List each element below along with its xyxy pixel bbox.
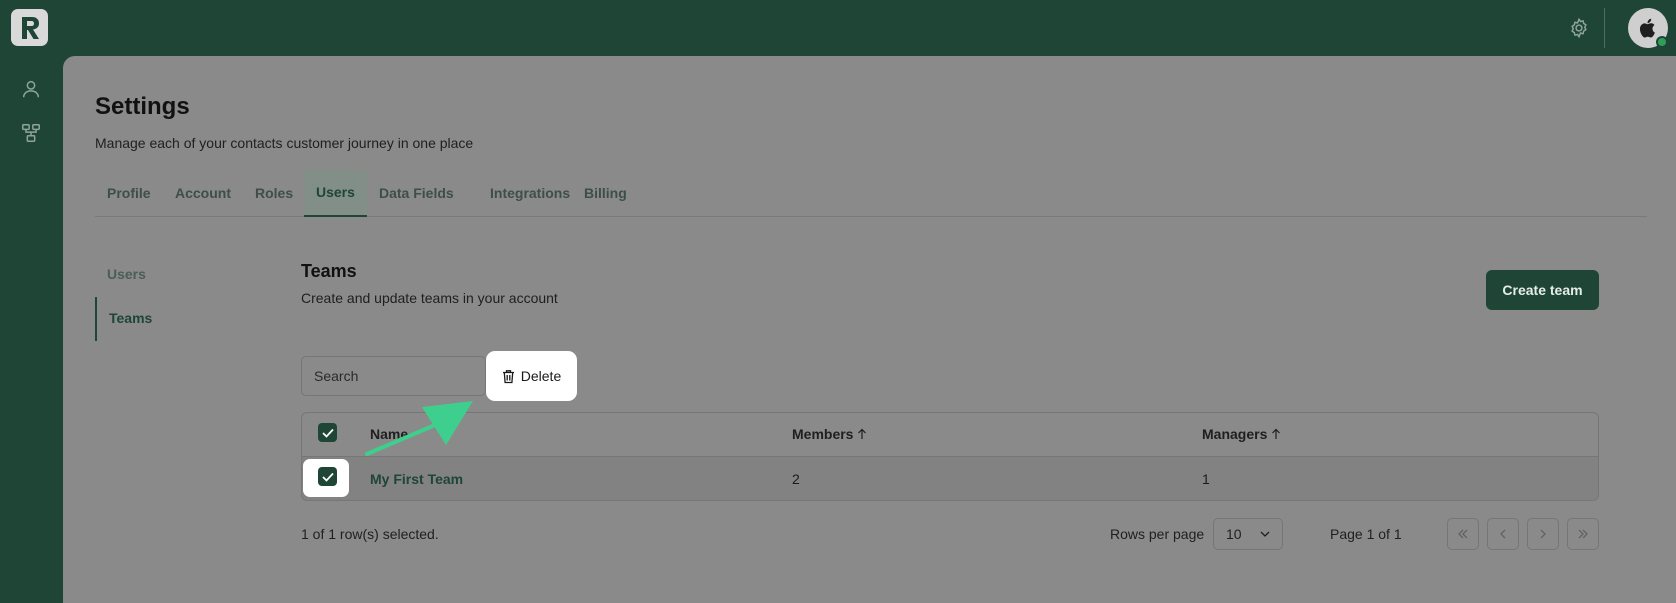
column-header-members-label: Members <box>792 426 854 442</box>
table-row[interactable]: My First Team 2 1 <box>302 457 1598 500</box>
app-logo[interactable] <box>11 9 48 46</box>
check-icon <box>321 428 334 438</box>
org-chart-icon[interactable] <box>18 120 44 146</box>
first-page-button[interactable] <box>1447 518 1479 550</box>
apple-icon <box>1639 18 1655 38</box>
rows-per-page-label: Rows per page <box>1110 526 1205 542</box>
chevron-right-icon <box>1540 529 1546 539</box>
last-page-button[interactable] <box>1567 518 1599 550</box>
create-team-button[interactable]: Create team <box>1486 270 1599 310</box>
sidenav-item-teams[interactable]: Teams <box>109 310 152 326</box>
previous-page-button[interactable] <box>1487 518 1519 550</box>
rows-per-page-select[interactable]: 10 <box>1213 518 1283 550</box>
chevrons-left-icon <box>1458 529 1468 539</box>
team-name-link[interactable]: My First Team <box>370 471 463 487</box>
chevron-down-icon <box>1260 531 1270 537</box>
next-page-button[interactable] <box>1527 518 1559 550</box>
tab-profile[interactable]: Profile <box>95 170 163 217</box>
teams-table: Name Members Managers My First Team 2 1 <box>301 412 1599 501</box>
header-divider <box>1604 8 1605 48</box>
top-bar <box>0 0 1676 56</box>
tab-account[interactable]: Account <box>163 170 243 217</box>
chevron-left-icon <box>1500 529 1506 539</box>
sidenav-item-users[interactable]: Users <box>107 266 146 282</box>
page-title: Settings <box>95 93 190 120</box>
row-checkbox[interactable] <box>318 467 337 486</box>
section-title: Teams <box>301 261 357 281</box>
tab-data-fields[interactable]: Data Fields <box>367 170 466 217</box>
tab-billing[interactable]: Billing <box>572 170 639 217</box>
tab-roles[interactable]: Roles <box>243 170 305 217</box>
column-header-managers-label: Managers <box>1202 426 1268 442</box>
settings-tabs: Profile Account Roles Users Data Fields … <box>95 170 1647 217</box>
page-info: Page 1 of 1 <box>1330 526 1402 542</box>
delete-button[interactable]: Delete <box>486 351 577 401</box>
page-description: Manage each of your contacts customer jo… <box>95 135 474 151</box>
sort-up-icon <box>858 428 867 439</box>
search-input[interactable] <box>301 356 486 396</box>
selection-status: 1 of 1 row(s) selected. <box>301 526 439 542</box>
gear-icon[interactable] <box>1566 15 1592 41</box>
column-header-members[interactable]: Members <box>792 426 867 442</box>
sidenav-active-indicator <box>95 297 97 341</box>
column-header-managers[interactable]: Managers <box>1202 426 1281 442</box>
annotation-arrow-icon <box>365 401 473 456</box>
managers-count: 1 <box>1202 471 1210 487</box>
rows-per-page-value: 10 <box>1226 526 1242 542</box>
tab-users[interactable]: Users <box>304 170 367 217</box>
online-status-dot <box>1656 36 1668 48</box>
chevrons-right-icon <box>1578 529 1588 539</box>
sort-up-icon <box>1272 428 1281 439</box>
select-all-checkbox[interactable] <box>318 423 337 442</box>
user-icon[interactable] <box>18 76 44 102</box>
check-icon <box>321 472 334 482</box>
logo-r-icon <box>21 16 39 39</box>
table-header: Name Members Managers <box>302 413 1598 457</box>
delete-label: Delete <box>520 368 562 384</box>
tab-integrations[interactable]: Integrations <box>478 170 582 217</box>
members-count: 2 <box>792 471 800 487</box>
section-description: Create and update teams in your account <box>301 290 558 306</box>
trash-icon <box>502 369 514 383</box>
